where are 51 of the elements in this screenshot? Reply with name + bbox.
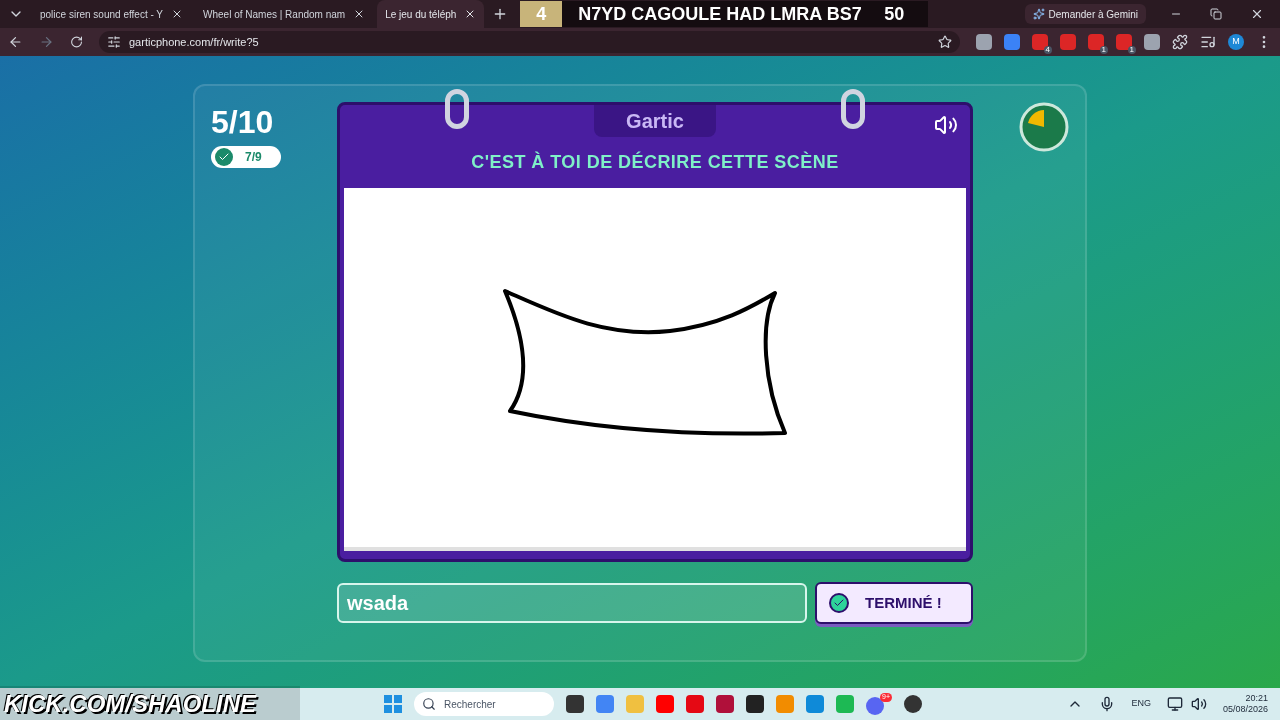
network-icon[interactable] [1166,696,1183,712]
language-indicator[interactable]: ENG [1131,697,1151,711]
search-icon [422,697,436,711]
extensions-icon[interactable] [1172,34,1188,50]
done-button[interactable]: TERMINÉ ! [815,582,973,624]
extension-badge: 1 [1099,46,1108,54]
banner-number: 4 [520,1,563,27]
app-icon[interactable] [904,695,922,713]
tab-title: Le jeu du téléph [385,7,457,22]
players-done-count: 7/9 [245,149,262,166]
gartic-logo: Gartic [594,105,716,137]
app-icon[interactable] [746,695,764,713]
address-bar[interactable]: garticphone.com/fr/write?5 [99,31,960,53]
instruction-text: C'EST À TOI DE DÉCRIRE CETTE SCÈNE [470,150,840,174]
tab-title: Wheel of Names | Random nam [203,7,346,22]
taskbar-search-field[interactable]: Rechercher [414,692,554,716]
bookmark-icon[interactable] [938,35,952,49]
extension-badge: 1 [1127,46,1136,54]
restore-icon[interactable] [1210,8,1222,20]
check-icon [829,593,849,613]
volume-icon[interactable] [1190,696,1207,712]
sparkle-icon [1032,8,1045,20]
browser-tab[interactable]: Le jeu du téléph [377,0,485,28]
app-icon[interactable] [566,695,584,713]
reload-icon[interactable] [69,35,83,49]
browser-tab[interactable]: police siren sound effect - Y [32,0,192,28]
media-icon[interactable] [1200,34,1216,50]
profile-avatar[interactable]: M [1228,34,1244,50]
tab-title: police siren sound effect - Y [40,7,164,22]
banner-title: N7YD CAGOULE HAD LMRA BS7 [578,3,863,26]
close-icon[interactable] [1250,7,1264,21]
start-icon[interactable] [384,695,402,713]
binder-ring [445,89,469,129]
gemini-button[interactable]: Demander à Gemini [1024,4,1146,24]
extension-icon[interactable] [976,34,992,50]
sound-icon[interactable] [934,113,958,137]
stream-overlay-text: KICK.COM/SHAOLINE [0,686,300,720]
extension-badge: 4 [1043,46,1052,54]
binder-ring [841,89,865,129]
search-placeholder: Rechercher [444,697,496,712]
clock-time: 20:21 [1245,692,1268,704]
url-text: garticphone.com/fr/write?5 [129,34,260,50]
clock-date: 05/08/2026 [1222,704,1268,716]
extension-icon[interactable] [1144,34,1160,50]
round-counter: 5/10 [211,106,274,138]
browser-tab[interactable]: Wheel of Names | Random nam [195,0,374,28]
extension-icon[interactable] [1004,34,1020,50]
site-info-icon[interactable] [107,35,121,49]
banner-score: 50 [884,3,905,26]
back-icon[interactable] [8,34,23,50]
timer-icon [1019,102,1069,152]
